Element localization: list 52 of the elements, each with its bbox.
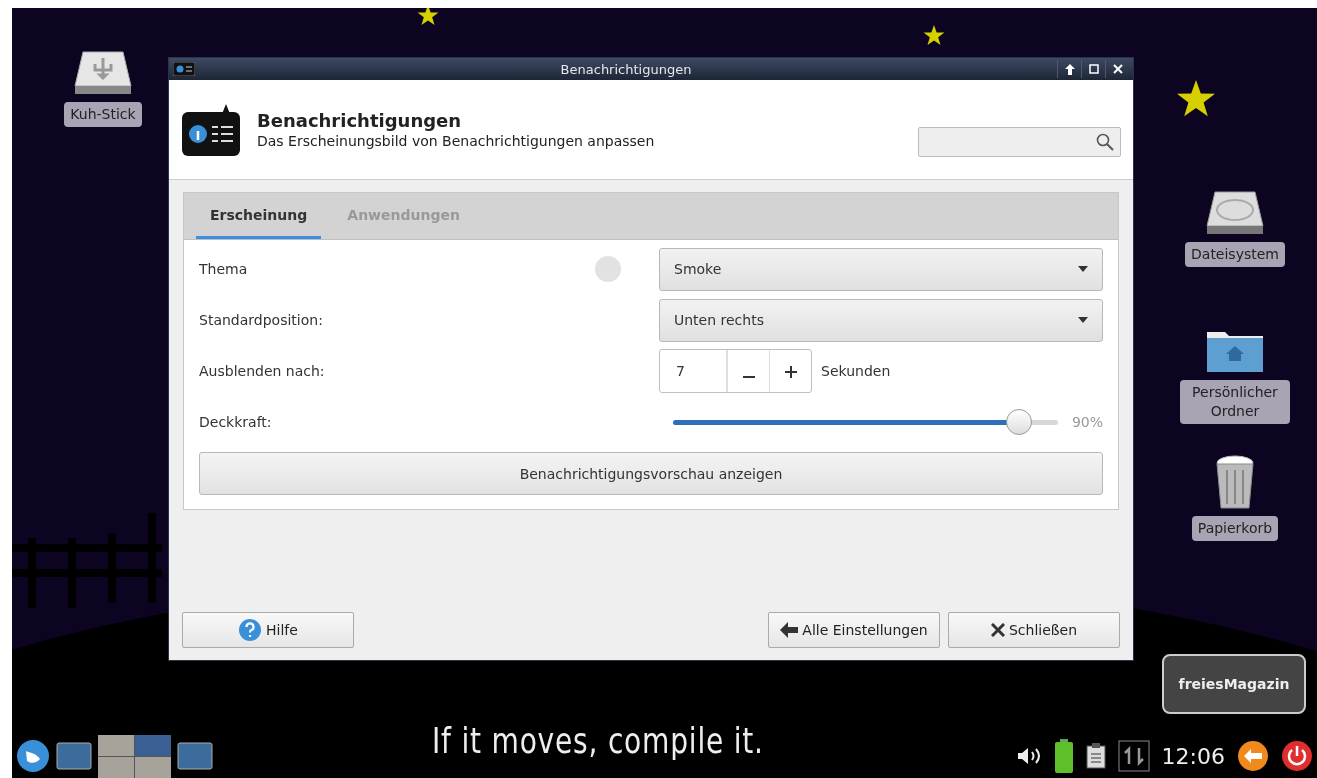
slider-reading: 90% <box>1071 414 1103 430</box>
desktop-icon-label[interactable]: Dateisystem <box>1185 242 1285 267</box>
hard-drive-icon <box>1205 188 1265 236</box>
search-icon <box>1096 132 1114 151</box>
number-input[interactable]: 7 <box>660 350 727 392</box>
setting-label: Deckkraft: <box>199 414 273 430</box>
desktop-icon-label[interactable]: Persönlicher Ordner <box>1180 380 1290 424</box>
dialog-heading: Benachrichtigungen <box>257 110 463 131</box>
caret-icon <box>1078 317 1088 323</box>
tab[interactable]: Erscheinung <box>196 193 322 239</box>
unit-label: Sekunden <box>821 363 891 379</box>
search-field[interactable] <box>918 126 1121 157</box>
star-drawing <box>417 8 439 25</box>
volume-icon[interactable] <box>1015 746 1042 766</box>
dialog-button[interactable]: Schließen <box>948 612 1120 648</box>
caret-icon <box>1078 266 1088 272</box>
minus-icon <box>742 375 755 378</box>
left-arrow-icon <box>780 622 799 638</box>
magazine-badge: freiesMagazin <box>1162 654 1306 714</box>
network-arrows-icon[interactable] <box>1117 740 1150 772</box>
plus-icon <box>784 365 797 378</box>
start-menu-icon[interactable] <box>16 739 50 773</box>
app-icon <box>173 62 195 76</box>
close-icon <box>990 623 1005 637</box>
star-drawing <box>1177 80 1215 117</box>
spin-field[interactable]: 7 <box>659 349 812 393</box>
setting-label: Ausblenden nach: <box>199 363 326 379</box>
clipboard-icon[interactable] <box>1085 743 1106 769</box>
setting-label: Standardposition: <box>199 312 324 328</box>
dropdown[interactable]: Unten rechts <box>659 298 1103 342</box>
desktop-icon-label[interactable]: Papierkorb <box>1191 516 1279 541</box>
dialog-button[interactable]: Alle Einstellungen <box>768 612 940 648</box>
maximize-icon <box>1088 64 1099 74</box>
up-arrow-icon <box>1064 63 1075 75</box>
clock[interactable]: 12:06 <box>1161 743 1225 769</box>
help-icon <box>238 618 263 642</box>
setting-label: Thema <box>199 261 249 277</box>
window-title: Benachrichtigungen <box>559 61 693 77</box>
usb-drive-icon <box>73 48 133 96</box>
preview-button[interactable]: Benachrichtigungsvorschau anzeigen <box>199 452 1103 495</box>
wallpaper-text: If it moves, compile it. <box>432 720 764 761</box>
power-icon[interactable] <box>1281 740 1313 772</box>
dialog-subtitle: Das Erscheinungsbild von Benachrichtigungen anpassen <box>257 133 656 149</box>
dialog-button[interactable]: Hilfe <box>182 612 354 648</box>
dropdown[interactable]: Smoke <box>659 247 1103 291</box>
star-drawing <box>923 25 945 45</box>
workspace[interactable] <box>98 734 134 756</box>
desktop-icon-label[interactable]: Kuh-Stick <box>64 102 142 127</box>
window-button-icon[interactable] <box>56 741 92 771</box>
slider-thumb[interactable] <box>1006 408 1033 435</box>
window-button-icon[interactable] <box>177 741 213 771</box>
close-icon <box>1112 64 1123 74</box>
